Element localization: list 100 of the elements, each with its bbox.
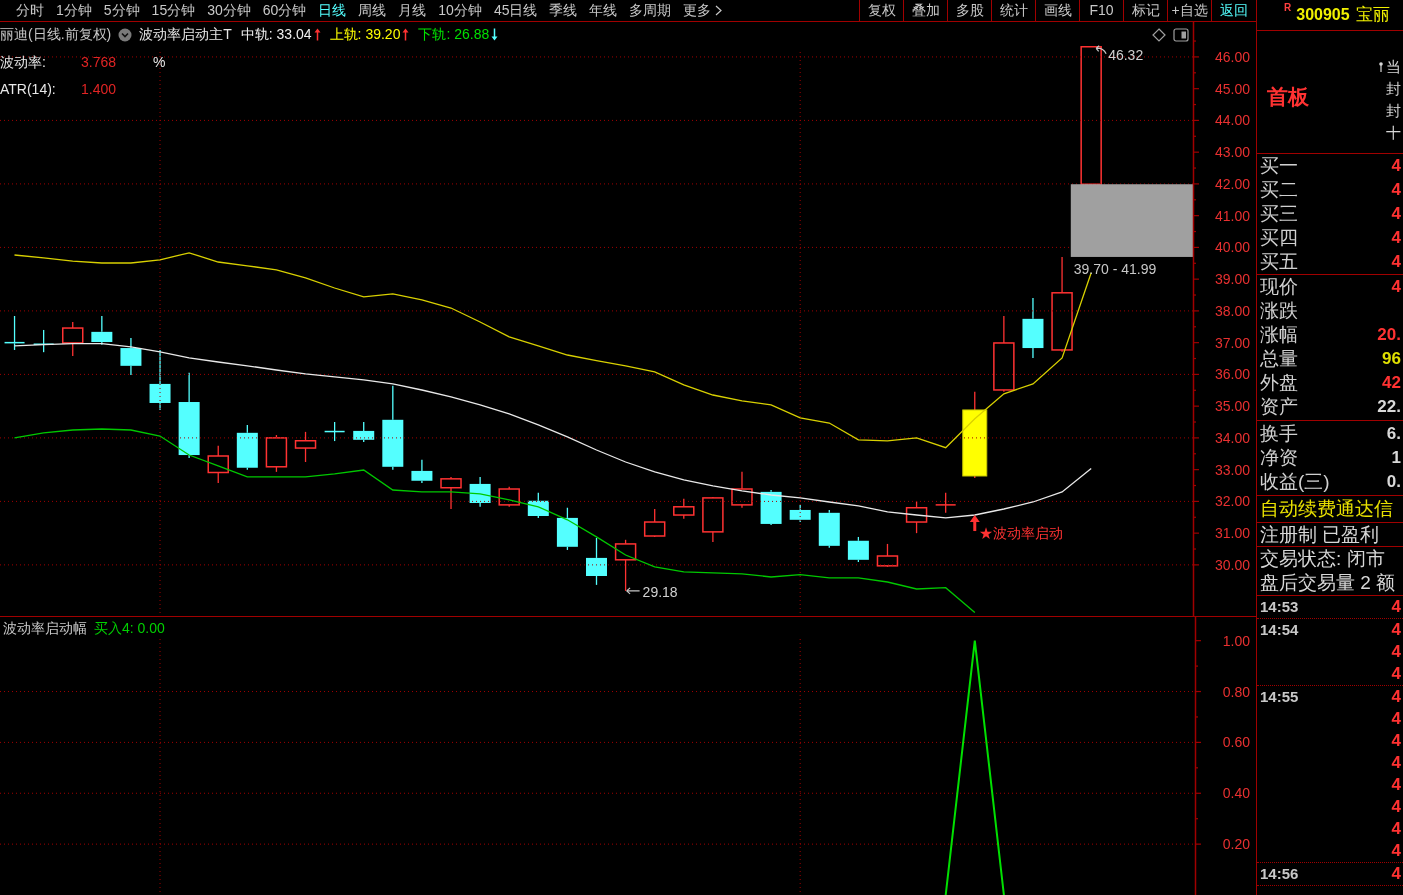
tick-time: 14:55	[1260, 688, 1299, 706]
status-text: 盘后交易量 2 额	[1259, 571, 1397, 595]
tick-time: 14:53	[1260, 598, 1299, 616]
axis-label: 37.00	[1214, 334, 1250, 351]
axis-label: 0.80	[1222, 683, 1250, 700]
quote-label: 总量	[1260, 347, 1298, 371]
period-tab[interactable]: 多周期	[623, 0, 678, 21]
quote-value: 20.	[1377, 324, 1401, 346]
quote-label: 涨幅	[1260, 323, 1298, 347]
indicator-readout: 买入4: 0.00	[94, 619, 165, 638]
pin-icon	[1379, 62, 1383, 72]
period-tab[interactable]: 年线	[583, 0, 624, 21]
axis-label: 35.00	[1214, 398, 1250, 415]
toolbar-button[interactable]: 标记	[1124, 0, 1168, 21]
tick-price: 4	[1391, 752, 1401, 774]
quote-label: 净资	[1260, 446, 1298, 470]
tick-price: 4	[1391, 641, 1401, 663]
axis-label: 38.00	[1214, 302, 1250, 319]
quote-label: 买五	[1260, 250, 1298, 274]
quote-label: 买一	[1260, 154, 1298, 178]
toolbar-button[interactable]: F10	[1080, 0, 1124, 21]
tick-price: 4	[1391, 708, 1401, 730]
quote-label: 收益(三)	[1260, 470, 1330, 494]
axis-label: 34.00	[1214, 429, 1250, 446]
toolbar-button[interactable]: 多股	[948, 0, 992, 21]
period-tab[interactable]: 10分钟	[432, 0, 488, 21]
axis-label: 0.60	[1222, 734, 1250, 751]
period-tab[interactable]: 15分钟	[145, 0, 202, 21]
period-tab[interactable]: 45日线	[487, 0, 544, 21]
tick-time: 14:56	[1260, 865, 1299, 883]
period-tab[interactable]: 60分钟	[256, 0, 313, 21]
tick-price: 4	[1391, 774, 1401, 796]
quote-value: 4	[1391, 203, 1401, 225]
period-tab[interactable]: 30分钟	[201, 0, 257, 21]
quote-value: 96	[1382, 348, 1401, 370]
axis-label: 0.20	[1222, 836, 1250, 853]
axis-label: 0.40	[1222, 785, 1250, 802]
quote-label: 买四	[1260, 226, 1298, 250]
tick-time: 14:54	[1260, 621, 1299, 639]
period-tab[interactable]: 5分钟	[97, 0, 146, 21]
quote-label: 现价	[1260, 275, 1298, 299]
stock-name: 宝丽	[1355, 4, 1390, 26]
toolbar-button[interactable]: 画线	[1036, 0, 1080, 21]
toolbar-button[interactable]: +自选	[1168, 0, 1212, 21]
toolbar-button[interactable]: 复权	[860, 0, 904, 21]
note-text: 封	[1386, 79, 1401, 99]
note-text: 当	[1386, 57, 1401, 77]
quote-value: 1	[1391, 447, 1401, 469]
quote-value: 4	[1391, 251, 1401, 273]
indicator-title: 波动率启动幅	[3, 619, 87, 638]
board-label: 首板	[1267, 83, 1309, 110]
toolbar-button[interactable]: 统计	[992, 0, 1036, 21]
tick-price: 4	[1391, 796, 1401, 818]
stock-code: 300905	[1296, 5, 1350, 25]
quote-value: 4	[1391, 227, 1401, 249]
period-tab[interactable]: 分时	[10, 0, 50, 21]
tick-price: 4	[1391, 596, 1401, 618]
axis-label: 45.00	[1214, 80, 1250, 97]
period-tab[interactable]: 月线	[392, 0, 433, 21]
axis-label: 32.00	[1214, 493, 1250, 510]
axis-label: 42.00	[1214, 175, 1250, 192]
axis-label: 41.00	[1214, 207, 1250, 224]
note-text: 封	[1386, 101, 1401, 121]
tick-price: 4	[1391, 863, 1401, 885]
quote-value: 4	[1391, 276, 1401, 298]
tick-price: 4	[1391, 663, 1401, 685]
tick-price: 4	[1391, 686, 1401, 708]
quote-label: 买三	[1260, 202, 1298, 226]
tick-price: 4	[1391, 818, 1401, 840]
quote-value: 42	[1382, 372, 1401, 394]
chevron-right-icon	[715, 5, 723, 16]
period-tab[interactable]: 日线	[312, 0, 353, 21]
quote-value: 22.	[1377, 396, 1401, 418]
tick-price: 4	[1391, 730, 1401, 752]
quote-value: 4	[1391, 155, 1401, 177]
tick-price: 4	[1391, 619, 1401, 641]
status-text: 交易状态: 闭市	[1259, 547, 1386, 571]
note-text: 十	[1386, 123, 1401, 143]
axis-label: 31.00	[1214, 525, 1250, 542]
period-tab[interactable]: 更多	[677, 0, 729, 21]
period-tab[interactable]: 季线	[543, 0, 584, 21]
promo-text: 自动续费通达信	[1259, 497, 1394, 521]
market-label: R	[1284, 2, 1292, 14]
period-tab[interactable]: 1分钟	[50, 0, 98, 21]
axis-label: 1.00	[1222, 632, 1250, 649]
axis-label: 46.00	[1214, 48, 1250, 65]
axis-label: 36.00	[1214, 366, 1250, 383]
quote-label: 换手	[1260, 422, 1298, 446]
quote-label: 涨跌	[1260, 299, 1298, 323]
quote-value: 6.	[1386, 423, 1401, 445]
toolbar-button[interactable]: 返回	[1212, 0, 1256, 21]
axis-label: 39.00	[1214, 271, 1250, 288]
quote-value: 4	[1391, 179, 1401, 201]
toolbar-button[interactable]: 叠加	[904, 0, 948, 21]
quote-label: 外盘	[1260, 371, 1298, 395]
axis-label: 40.00	[1214, 239, 1250, 256]
tick-price: 4	[1391, 840, 1401, 862]
axis-label: 30.00	[1214, 556, 1250, 573]
axis-label: 44.00	[1214, 112, 1250, 129]
period-tab[interactable]: 周线	[352, 0, 393, 21]
